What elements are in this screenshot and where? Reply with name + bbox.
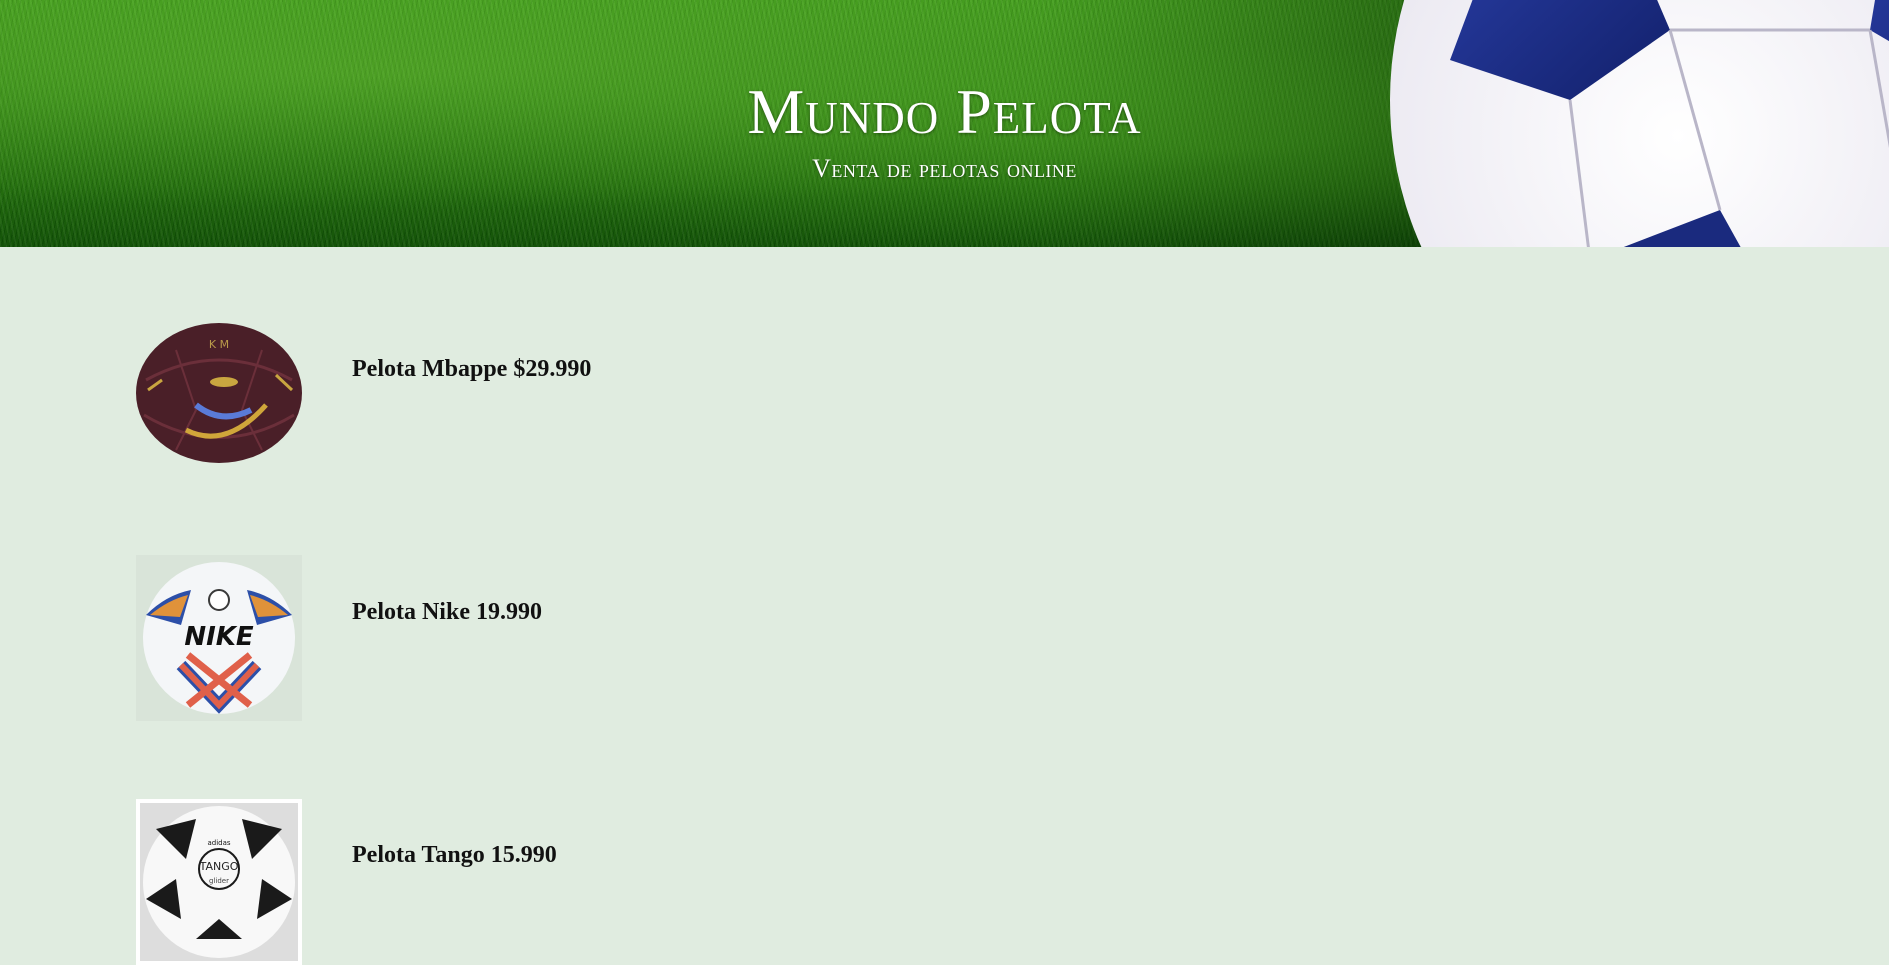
svg-text:glider: glider <box>209 877 229 885</box>
product-label: Pelota Tango 15.990 <box>352 842 557 868</box>
product-image[interactable]: TANGO glider adidas <box>136 799 302 965</box>
product-label: Pelota Mbappe $29.990 <box>352 356 592 382</box>
product-label: Pelota Nike 19.990 <box>352 599 542 625</box>
svg-text:adidas: adidas <box>207 839 230 847</box>
product-item: TANGO glider adidas Pelota Tango 15.990 <box>136 799 1036 965</box>
product-image[interactable]: K M <box>136 320 302 486</box>
site-subtitle: Venta de pelotas online <box>812 154 1077 183</box>
svg-text:K M: K M <box>209 338 229 351</box>
tango-soccer-ball-icon: TANGO glider adidas <box>136 799 302 965</box>
site-title: Mundo Pelota <box>747 76 1142 147</box>
nike-soccer-ball-icon: NIKE <box>136 555 302 721</box>
product-image[interactable]: NIKE <box>136 555 302 721</box>
svg-text:TANGO: TANGO <box>199 860 239 873</box>
svg-text:NIKE: NIKE <box>184 622 254 652</box>
hero-banner: Mundo Pelota Venta de pelotas online <box>0 0 1889 247</box>
product-item: K M Pelota Mbappe $29.990 <box>136 320 1036 486</box>
product-item: NIKE Pelota Nike 19.990 <box>136 555 1036 721</box>
maroon-soccer-ball-icon: K M <box>136 320 302 486</box>
